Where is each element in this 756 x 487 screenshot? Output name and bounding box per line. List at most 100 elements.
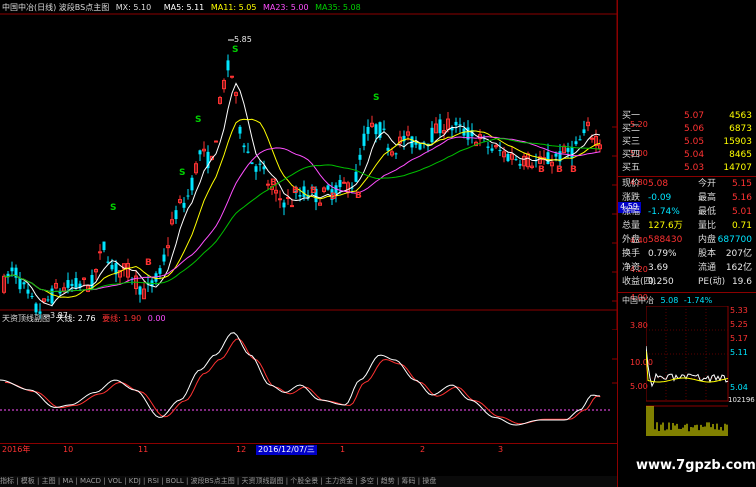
ma35-line xyxy=(3,138,601,293)
cursor-date: 2016/12/07/三 xyxy=(256,445,317,455)
candle-body-down xyxy=(246,151,250,153)
buy-signal: B xyxy=(556,165,563,175)
candle-body-down xyxy=(358,154,362,160)
yaoxian-line xyxy=(4,338,601,425)
mini-volume-label: 102196 xyxy=(728,396,755,404)
order-book-row: 买二 5.06 6873 xyxy=(618,123,754,136)
buy-signal: B xyxy=(145,258,152,268)
time-tick: 1 xyxy=(340,445,346,454)
quote-value: 19.6 xyxy=(731,277,752,287)
watermark: www.7gpzb.com xyxy=(636,458,756,473)
order-volume: 14707 xyxy=(723,163,752,173)
candle-body-down xyxy=(90,274,94,289)
divider xyxy=(618,176,756,177)
quote-label: 最高 xyxy=(698,193,717,203)
candle-body-down xyxy=(282,202,286,208)
sell-signal: S xyxy=(195,115,201,125)
oscillator-chart[interactable] xyxy=(0,323,618,443)
candle-body-down xyxy=(554,153,558,157)
candle-body-down xyxy=(226,60,230,71)
quote-value: 5.01 xyxy=(731,207,752,217)
candle-body-down xyxy=(238,126,242,134)
buy-signal: B xyxy=(270,178,277,188)
order-label: 买一 xyxy=(622,111,641,121)
order-book-row: 买一 5.07 4563 xyxy=(618,110,754,123)
candle-body-down xyxy=(546,152,550,164)
candle-body-down xyxy=(46,299,50,301)
quote-value: 5.08 xyxy=(648,179,669,189)
quote-label: 换手 xyxy=(622,249,641,259)
quote-value: -1.74% xyxy=(648,207,680,217)
sell-signal: S xyxy=(179,168,185,178)
time-tick: 2016年 xyxy=(2,445,31,454)
order-volume: 4563 xyxy=(729,111,752,121)
quote-label: 量比 xyxy=(698,221,717,231)
candle-body-up xyxy=(214,140,218,143)
buy-signal: B xyxy=(330,192,337,202)
candle-body-down xyxy=(362,133,366,146)
candlestick-chart[interactable]: SSSSSBBB BB BB B B xyxy=(0,0,618,330)
order-label: 买四 xyxy=(622,150,641,160)
quote-label: 今开 xyxy=(698,179,717,189)
quote-value: 0.250 xyxy=(648,277,674,287)
indicator-tab-strip[interactable]: 指标 | 模板 | 主图 | MA | MACD | VOL | KDJ | R… xyxy=(0,476,618,487)
quote-label: 外盘 xyxy=(622,235,641,245)
mini-axis-tick: 5.04 xyxy=(730,383,748,392)
quote-row: 净资 3.69 流通 162亿 xyxy=(618,262,754,275)
candle-body-up xyxy=(590,137,594,140)
mini-chart-price: 5.08 xyxy=(660,296,679,305)
order-book: 买一 5.07 4563 买二 5.06 6873 买三 5.05 15903 买四 5.04 846… xyxy=(618,110,756,176)
quote-label: 内盘 xyxy=(698,235,717,245)
order-label: 买二 xyxy=(622,124,641,134)
sell-signal: S xyxy=(373,93,379,103)
time-axis: 2016年 10 11 12 2016/12/07/三 1 2 3 xyxy=(0,443,618,456)
candle-body-down xyxy=(106,261,110,263)
mini-axis-tick: 5.25 xyxy=(730,320,748,329)
order-book-row: 买五 5.03 14707 xyxy=(618,162,754,175)
zero-value: 0.00 xyxy=(147,314,166,323)
order-price: 5.06 xyxy=(684,124,705,134)
candle-body-down xyxy=(162,254,166,262)
candle-body-down xyxy=(514,159,518,161)
candle-body-down xyxy=(338,179,342,188)
quote-label: 流通 xyxy=(698,263,717,273)
candle-body-down xyxy=(374,124,378,135)
mini-chart-title: 中国中冶 xyxy=(622,296,654,305)
candle-body-down xyxy=(138,286,142,295)
candle-body-down xyxy=(258,163,262,165)
divider xyxy=(618,292,756,293)
sub-chart-title[interactable]: 天资顶线副图 xyxy=(2,314,50,323)
quote-value: 162亿 xyxy=(725,263,752,273)
order-volume: 6873 xyxy=(729,124,752,134)
candle-body-down xyxy=(458,124,462,126)
quote-row: 换手 0.79% 股本 207亿 xyxy=(618,248,754,261)
order-label: 买五 xyxy=(622,163,641,173)
order-label: 买三 xyxy=(622,137,641,147)
mini-chart-header: 中国中冶 5.08 -1.74% xyxy=(622,296,712,306)
buy-signal: B xyxy=(570,165,577,175)
candle-body-up xyxy=(98,251,102,254)
time-tick: 12 xyxy=(236,445,247,454)
order-volume: 15903 xyxy=(723,137,752,147)
mini-axis-tick: 5.11 xyxy=(730,348,748,357)
quote-label: 净资 xyxy=(622,263,641,273)
quote-label: 最低 xyxy=(698,207,717,217)
candle-body-down xyxy=(394,153,398,155)
candle-body-down xyxy=(354,171,358,182)
candle-body-down xyxy=(518,163,522,166)
candle-body-down xyxy=(154,273,158,282)
sell-signal: S xyxy=(110,203,116,213)
candle-body-down xyxy=(198,150,202,155)
candle-body-down xyxy=(250,162,254,165)
quote-value: 588430 xyxy=(648,235,683,245)
candle-body-down xyxy=(158,268,162,274)
quote-label: 总量 xyxy=(622,221,641,231)
quote-value: 5.15 xyxy=(731,179,752,189)
time-tick: 10 xyxy=(63,445,74,454)
candle-body-down xyxy=(418,143,422,150)
candle-body-down xyxy=(10,267,14,272)
time-tick: 3 xyxy=(498,445,504,454)
candle-body-down xyxy=(486,146,490,148)
ma5-line xyxy=(3,82,601,307)
candle-body-down xyxy=(34,303,38,313)
